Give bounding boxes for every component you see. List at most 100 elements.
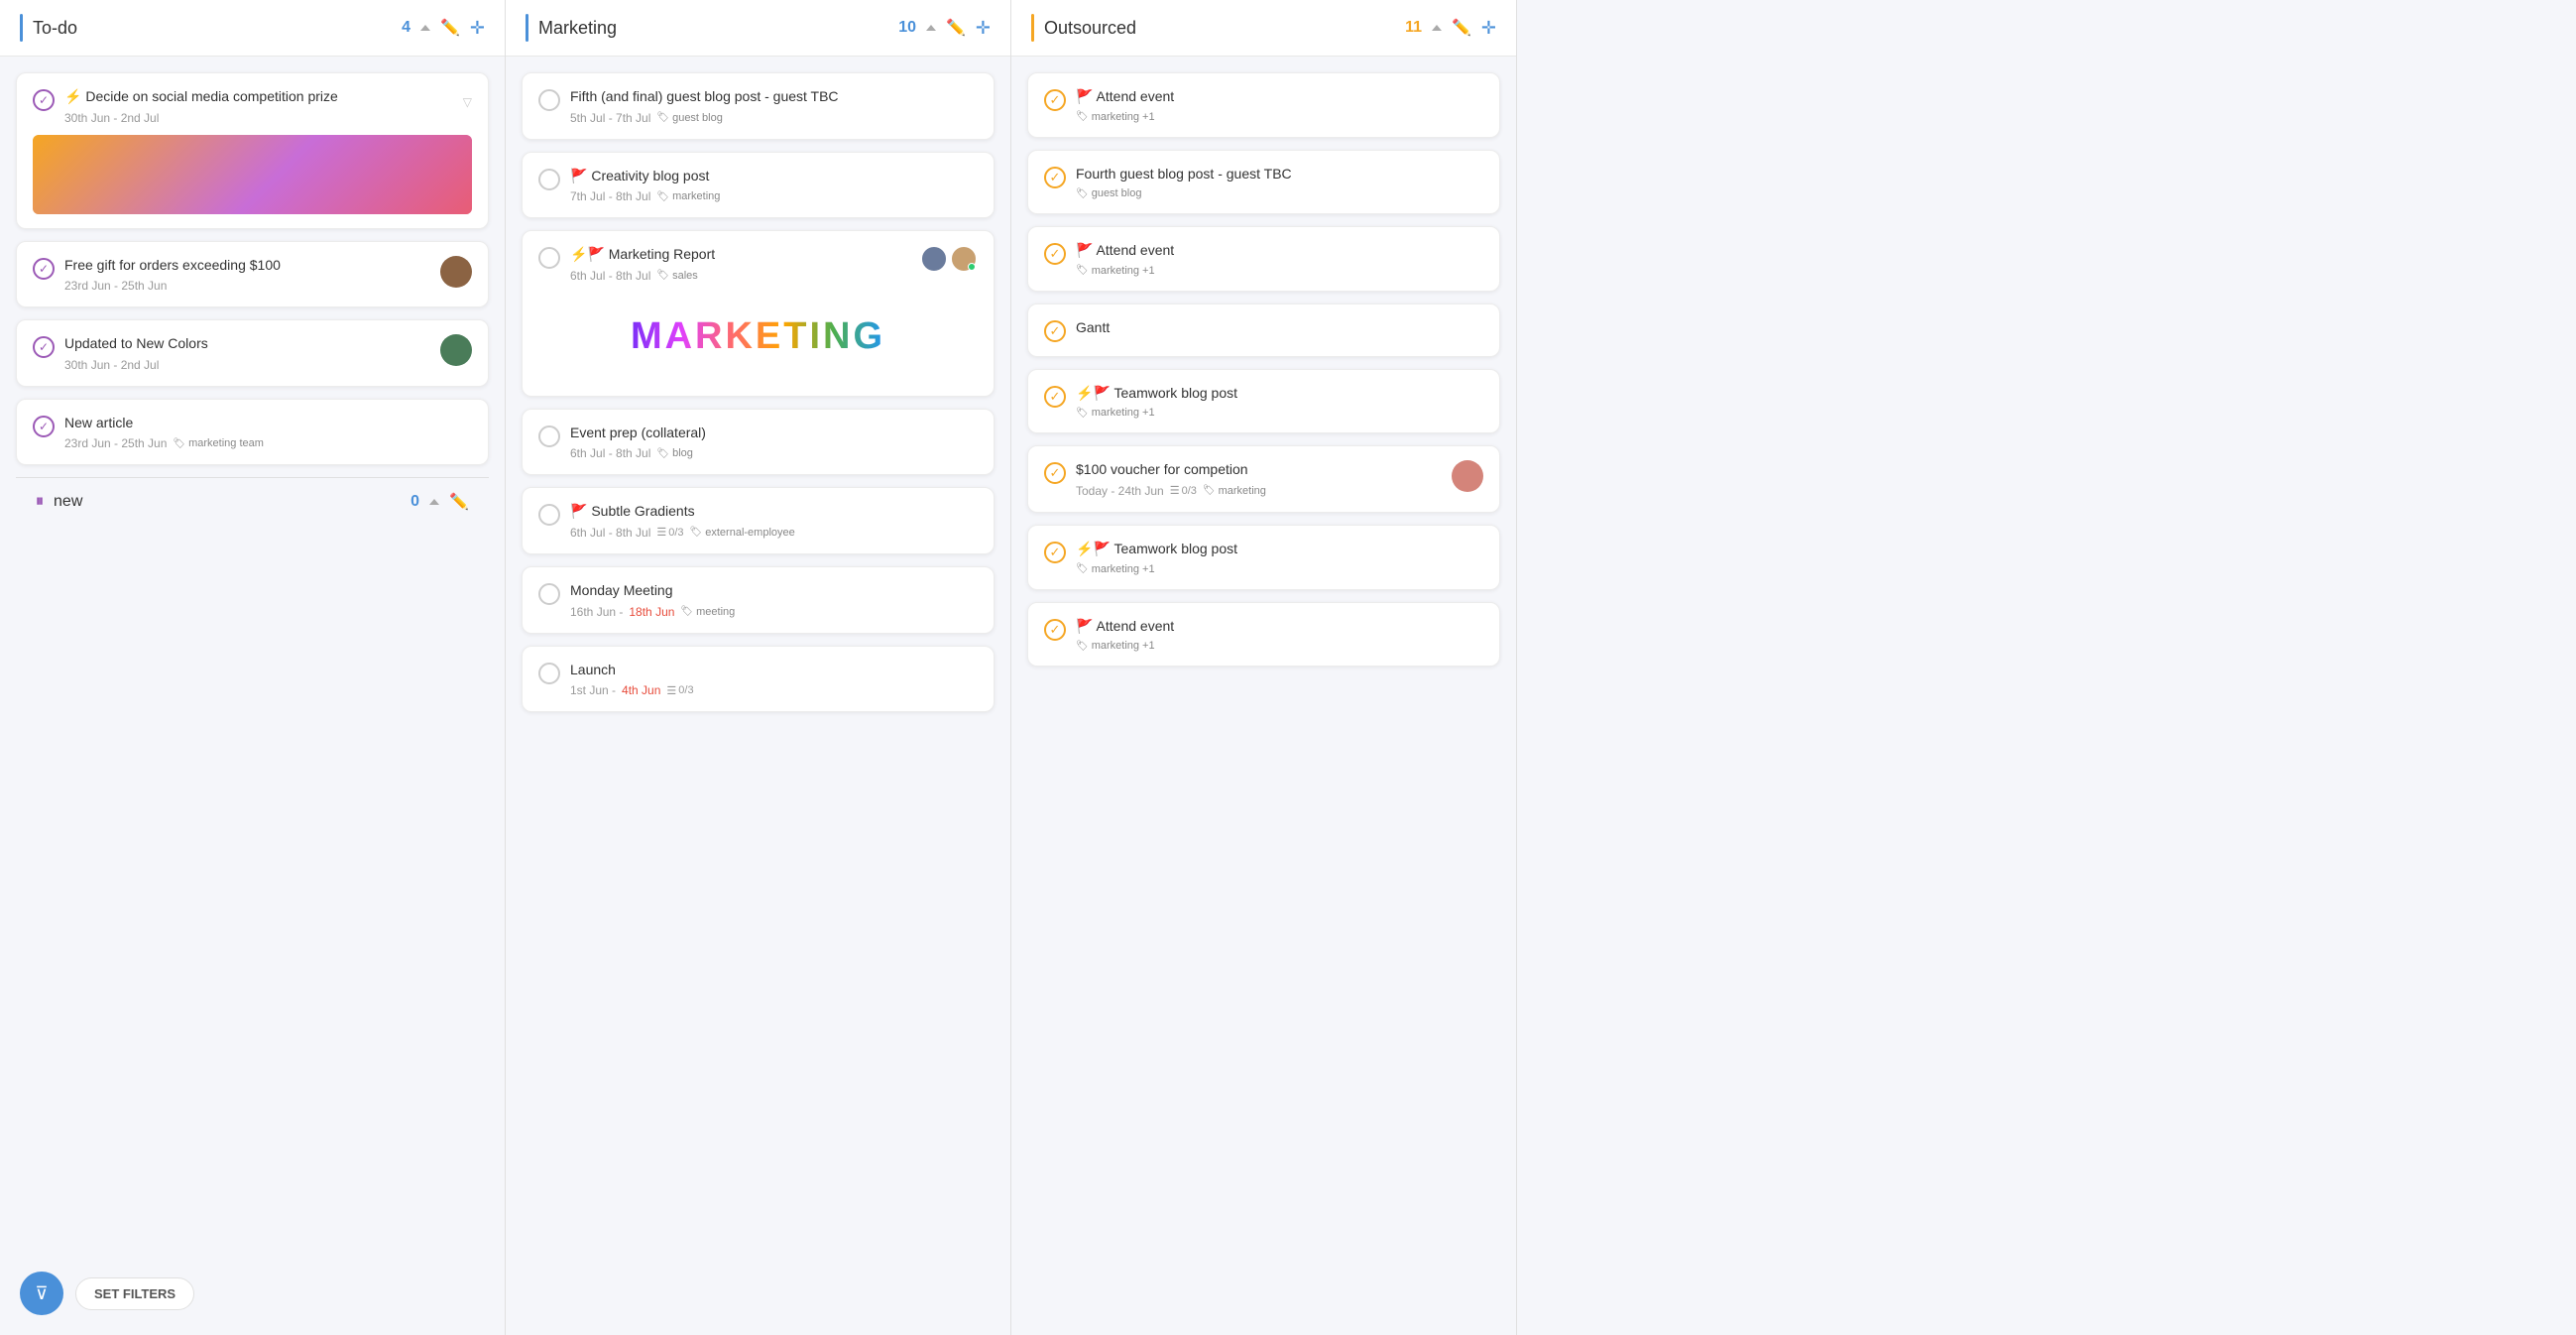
tag-outsourced-3: marketing +1 [1076, 265, 1155, 277]
subtask-marketing-7: 0/3 [666, 684, 693, 697]
move-todo-icon[interactable]: ✛ [470, 18, 485, 39]
column-header-marketing: Marketing 10 ✏️ ✛ [506, 0, 1010, 57]
check-outsourced-4[interactable] [1044, 320, 1066, 342]
column-accent-marketing [526, 14, 528, 42]
check-marketing-3[interactable] [538, 247, 560, 269]
card-marketing-7[interactable]: Launch 1st Jun - 4th Jun 0/3 [522, 646, 995, 713]
bolt-icon-marketing-3: ⚡ [570, 246, 587, 262]
card-meta-marketing-2: 7th Jul - 8th Jul marketing [570, 189, 978, 203]
card-marketing-5[interactable]: 🚩 Subtle Gradients 6th Jul - 8th Jul 0/3… [522, 487, 995, 554]
card-title-marketing-7: Launch [570, 661, 978, 680]
flag-icon-marketing-2: 🚩 [570, 168, 587, 183]
column-body-marketing: Fifth (and final) guest blog post - gues… [506, 57, 1010, 1335]
pause-icon: ⏸ [36, 493, 44, 511]
check-outsourced-1[interactable] [1044, 89, 1066, 111]
tag-marketing-4: blog [656, 447, 693, 459]
check-outsourced-2[interactable] [1044, 167, 1066, 188]
check-marketing-1[interactable] [538, 89, 560, 111]
column-count-marketing: 10 [898, 19, 916, 37]
edit-new-icon[interactable]: ✏️ [449, 492, 469, 512]
column-todo: To-do 4 ✏️ ✛ ⚡ Decide on social media co… [0, 0, 506, 1335]
card-meta-todo-2: 23rd Jun - 25th Jun [64, 279, 430, 293]
move-outsourced-icon[interactable]: ✛ [1481, 18, 1496, 39]
check-outsourced-7[interactable] [1044, 542, 1066, 563]
check-outsourced-6[interactable] [1044, 462, 1066, 484]
column-marketing: Marketing 10 ✏️ ✛ Fifth (and final) gues… [506, 0, 1011, 1335]
check-outsourced-8[interactable] [1044, 619, 1066, 641]
card-marketing-1[interactable]: Fifth (and final) guest blog post - gues… [522, 72, 995, 140]
check-todo-1[interactable] [33, 89, 55, 111]
tag-marketing-6: meeting [680, 606, 735, 618]
check-outsourced-3[interactable] [1044, 243, 1066, 265]
card-todo-4[interactable]: New article 23rd Jun - 25th Jun marketin… [16, 399, 489, 466]
avatar-marketing-3a [920, 245, 948, 273]
check-marketing-5[interactable] [538, 504, 560, 526]
card-date-todo-3: 30th Jun - 2nd Jul [64, 358, 159, 372]
column-header-todo: To-do 4 ✏️ ✛ [0, 0, 505, 57]
column-count-outsourced: 11 [1405, 19, 1422, 37]
card-meta-marketing-1: 5th Jul - 7th Jul guest blog [570, 111, 978, 125]
card-todo-2[interactable]: Free gift for orders exceeding $100 23rd… [16, 241, 489, 308]
chevron-down-todo-1[interactable]: ▽ [463, 95, 472, 109]
kanban-board: To-do 4 ✏️ ✛ ⚡ Decide on social media co… [0, 0, 2576, 1335]
card-outsourced-1[interactable]: 🚩 Attend event marketing +1 [1027, 72, 1500, 138]
card-date-marketing-4: 6th Jul - 8th Jul [570, 446, 650, 460]
card-outsourced-4[interactable]: Gantt [1027, 303, 1500, 357]
column-title-todo: To-do [33, 18, 392, 39]
subtask-outsourced-6: 0/3 [1170, 484, 1197, 497]
card-outsourced-5[interactable]: ⚡🚩 Teamwork blog post marketing +1 [1027, 369, 1500, 434]
subtask-marketing-5: 0/3 [656, 526, 683, 539]
card-date-outsourced-6: Today - 24th Jun [1076, 484, 1164, 498]
check-todo-4[interactable] [33, 416, 55, 437]
card-meta-outsourced-3: marketing +1 [1076, 265, 1483, 277]
column-outsourced: Outsourced 11 ✏️ ✛ 🚩 Attend event market… [1011, 0, 1517, 1335]
card-todo-1[interactable]: ⚡ Decide on social media competition pri… [16, 72, 489, 229]
edit-outsourced-icon[interactable]: ✏️ [1452, 18, 1471, 38]
card-meta-outsourced-6: Today - 24th Jun 0/3 marketing [1076, 484, 1442, 498]
check-marketing-2[interactable] [538, 169, 560, 190]
card-title-todo-3: Updated to New Colors [64, 334, 430, 354]
card-todo-3[interactable]: Updated to New Colors 30th Jun - 2nd Jul [16, 319, 489, 387]
edit-marketing-icon[interactable]: ✏️ [946, 18, 966, 38]
column-body-outsourced: 🚩 Attend event marketing +1 Fourth guest… [1011, 57, 1516, 1335]
card-outsourced-3[interactable]: 🚩 Attend event marketing +1 [1027, 226, 1500, 292]
card-outsourced-7[interactable]: ⚡🚩 Teamwork blog post marketing +1 [1027, 525, 1500, 590]
card-meta-marketing-3: 6th Jul - 8th Jul sales [570, 269, 910, 283]
check-marketing-4[interactable] [538, 425, 560, 447]
card-meta-marketing-5: 6th Jul - 8th Jul 0/3 external-employee [570, 526, 978, 540]
edit-todo-icon[interactable]: ✏️ [440, 18, 460, 38]
avatar-outsourced-6 [1452, 460, 1483, 492]
tag-marketing-5: external-employee [690, 527, 795, 539]
card-outsourced-2[interactable]: Fourth guest blog post - guest TBC guest… [1027, 150, 1500, 215]
card-meta-outsourced-5: marketing +1 [1076, 407, 1483, 419]
card-outsourced-6[interactable]: $100 voucher for competion Today - 24th … [1027, 445, 1500, 513]
tag-todo-4: marketing team [173, 437, 264, 449]
filter-button[interactable]: ⊽ [20, 1272, 63, 1315]
card-title-marketing-2: 🚩 Creativity blog post [570, 167, 978, 186]
collapse-marketing-icon[interactable] [926, 25, 936, 31]
collapse-outsourced-icon[interactable] [1432, 25, 1442, 31]
card-marketing-4[interactable]: Event prep (collateral) 6th Jul - 8th Ju… [522, 409, 995, 476]
card-image-marketing-3: MARKETING [538, 293, 978, 382]
card-date-marketing-7a: 1st Jun - [570, 683, 616, 697]
check-marketing-6[interactable] [538, 583, 560, 605]
card-outsourced-8[interactable]: 🚩 Attend event marketing +1 [1027, 602, 1500, 668]
check-outsourced-5[interactable] [1044, 386, 1066, 408]
card-title-marketing-5: 🚩 Subtle Gradients [570, 502, 978, 522]
column-title-outsourced: Outsourced [1044, 18, 1395, 39]
check-todo-3[interactable] [33, 336, 55, 358]
check-marketing-7[interactable] [538, 663, 560, 684]
collapse-todo-icon[interactable] [420, 25, 430, 31]
check-todo-2[interactable] [33, 258, 55, 280]
card-meta-outsourced-7: marketing +1 [1076, 563, 1483, 575]
card-marketing-2[interactable]: 🚩 Creativity blog post 7th Jul - 8th Jul… [522, 152, 995, 219]
collapse-new-icon[interactable] [429, 499, 439, 505]
card-meta-outsourced-8: marketing +1 [1076, 640, 1483, 652]
tag-marketing-3: sales [656, 270, 697, 282]
set-filters-button[interactable]: SET FILTERS [75, 1277, 194, 1310]
move-marketing-icon[interactable]: ✛ [976, 18, 991, 39]
card-marketing-6[interactable]: Monday Meeting 16th Jun - 18th Jun meeti… [522, 566, 995, 634]
avatar-todo-2 [440, 256, 472, 288]
card-marketing-3[interactable]: ⚡🚩 Marketing Report 6th Jul - 8th Jul sa… [522, 230, 995, 397]
card-image-todo-1 [33, 135, 472, 214]
